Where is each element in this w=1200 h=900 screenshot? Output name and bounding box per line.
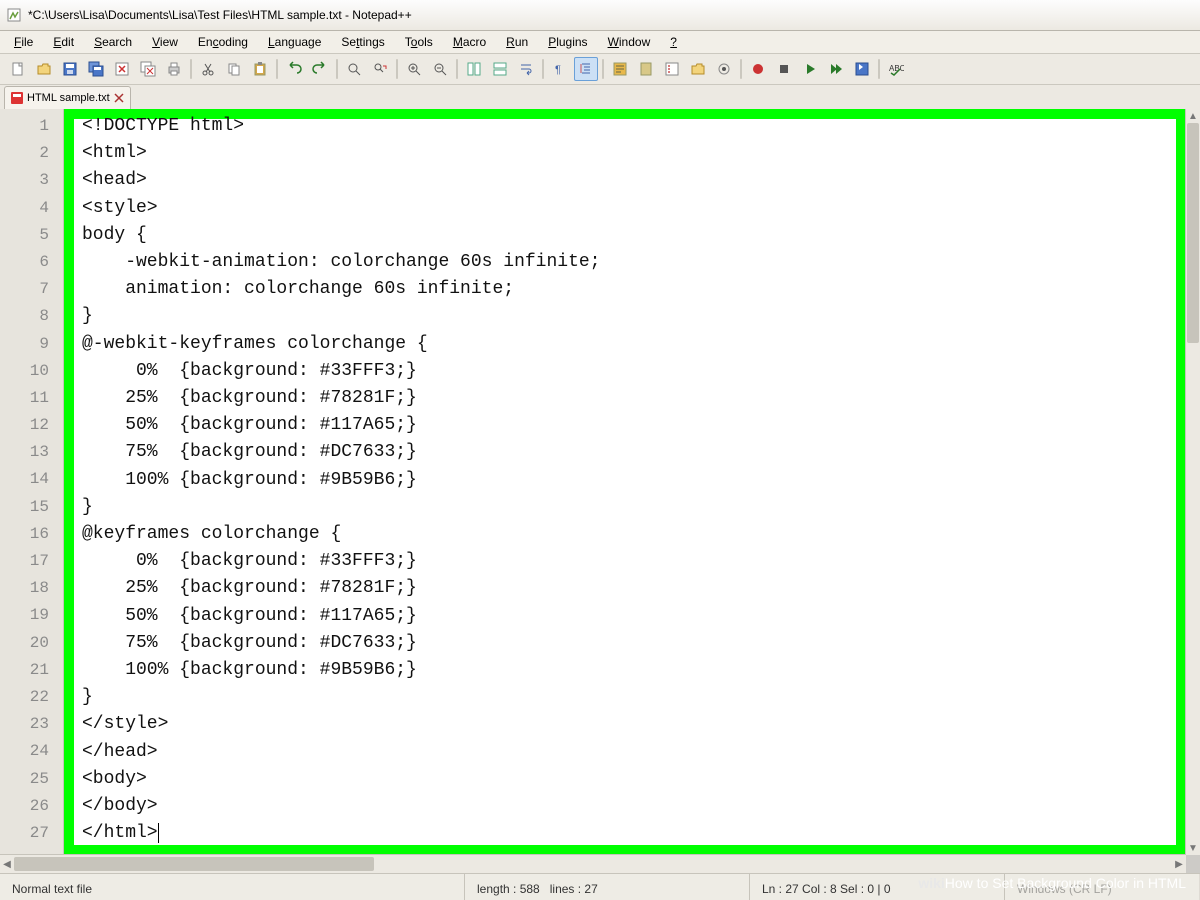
doc-map-icon[interactable]: [634, 57, 658, 81]
titlebar: *C:\Users\Lisa\Documents\Lisa\Test Files…: [0, 0, 1200, 31]
scroll-thumb-h[interactable]: [14, 857, 374, 871]
scroll-down-icon[interactable]: ▼: [1186, 841, 1200, 855]
editor-area: 1234567891011121314151617181920212223242…: [0, 109, 1200, 873]
save-macro-icon[interactable]: [850, 57, 874, 81]
watermark: wikiHow to Set Background Color in HTML: [918, 875, 1186, 891]
copy-icon[interactable]: [222, 57, 246, 81]
separator: [276, 59, 278, 79]
separator: [190, 59, 192, 79]
app-icon: [6, 7, 22, 23]
line-number-gutter: 1234567891011121314151617181920212223242…: [0, 109, 64, 855]
zoom-out-icon[interactable]: [428, 57, 452, 81]
menu-run[interactable]: Run: [498, 33, 536, 51]
replace-icon[interactable]: [368, 57, 392, 81]
print-icon[interactable]: [162, 57, 186, 81]
menu-window[interactable]: Window: [600, 33, 659, 51]
close-icon[interactable]: [110, 57, 134, 81]
window-title: *C:\Users\Lisa\Documents\Lisa\Test Files…: [28, 8, 412, 22]
menu-plugins[interactable]: Plugins: [540, 33, 595, 51]
show-all-chars-icon[interactable]: ¶: [548, 57, 572, 81]
find-icon[interactable]: [342, 57, 366, 81]
horizontal-scrollbar[interactable]: ◀ ▶: [0, 854, 1186, 873]
code-editor[interactable]: <!DOCTYPE html> <html> <head> <style> bo…: [64, 109, 1186, 855]
scroll-left-icon[interactable]: ◀: [0, 855, 14, 873]
menu-view[interactable]: View: [144, 33, 186, 51]
paste-icon[interactable]: [248, 57, 272, 81]
separator: [602, 59, 604, 79]
scroll-right-icon[interactable]: ▶: [1172, 855, 1186, 873]
status-file-type: Normal text file: [0, 874, 465, 900]
sync-h-icon[interactable]: [488, 57, 512, 81]
redo-icon[interactable]: [308, 57, 332, 81]
cut-icon[interactable]: [196, 57, 220, 81]
menubar: File Edit Search View Encoding Language …: [0, 31, 1200, 54]
tab-label: HTML sample.txt: [27, 92, 110, 104]
sync-v-icon[interactable]: [462, 57, 486, 81]
menu-macro[interactable]: Macro: [445, 33, 494, 51]
svg-text:¶: ¶: [555, 64, 561, 76]
tab-html-sample[interactable]: HTML sample.txt: [4, 86, 131, 109]
toolbar: ¶ ABC: [0, 54, 1200, 85]
udl-icon[interactable]: [608, 57, 632, 81]
unsaved-icon: [11, 92, 23, 104]
separator: [336, 59, 338, 79]
menu-encoding[interactable]: Encoding: [190, 33, 256, 51]
separator: [878, 59, 880, 79]
record-icon[interactable]: [746, 57, 770, 81]
scroll-up-icon[interactable]: ▲: [1186, 109, 1200, 123]
tab-close-icon[interactable]: [114, 93, 124, 103]
zoom-in-icon[interactable]: [402, 57, 426, 81]
menu-edit[interactable]: Edit: [45, 33, 82, 51]
stop-icon[interactable]: [772, 57, 796, 81]
menu-language[interactable]: Language: [260, 33, 329, 51]
menu-file[interactable]: File: [6, 33, 41, 51]
close-all-icon[interactable]: [136, 57, 160, 81]
indent-guide-icon[interactable]: [574, 57, 598, 81]
save-icon[interactable]: [58, 57, 82, 81]
separator: [456, 59, 458, 79]
wrap-icon[interactable]: [514, 57, 538, 81]
separator: [542, 59, 544, 79]
new-file-icon[interactable]: [6, 57, 30, 81]
tabbar: HTML sample.txt: [0, 85, 1200, 109]
menu-settings[interactable]: Settings: [333, 33, 392, 51]
undo-icon[interactable]: [282, 57, 306, 81]
spellcheck-icon[interactable]: ABC: [884, 57, 908, 81]
scroll-thumb[interactable]: [1187, 123, 1199, 343]
monitor-icon[interactable]: [712, 57, 736, 81]
save-all-icon[interactable]: [84, 57, 108, 81]
separator: [396, 59, 398, 79]
func-list-icon[interactable]: [660, 57, 684, 81]
vertical-scrollbar[interactable]: ▲ ▼: [1185, 109, 1200, 855]
menu-tools[interactable]: Tools: [397, 33, 441, 51]
play-multi-icon[interactable]: [824, 57, 848, 81]
menu-search[interactable]: Search: [86, 33, 140, 51]
menu-help[interactable]: ?: [662, 33, 685, 51]
folder-icon[interactable]: [686, 57, 710, 81]
play-icon[interactable]: [798, 57, 822, 81]
open-file-icon[interactable]: [32, 57, 56, 81]
separator: [740, 59, 742, 79]
status-length: length : 588 lines : 27: [465, 874, 750, 900]
